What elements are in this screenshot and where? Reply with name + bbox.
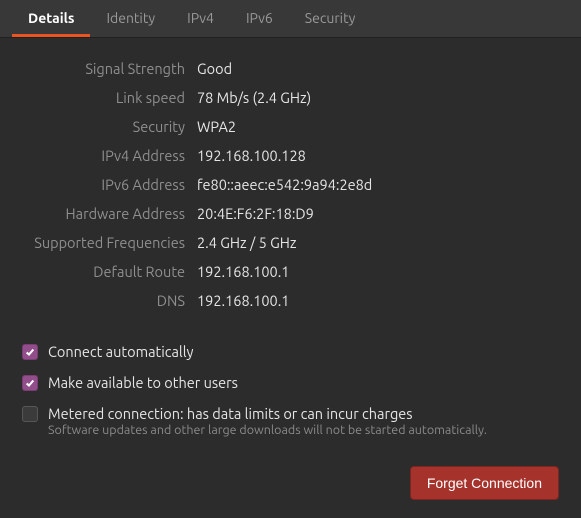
- checkbox-connect-automatically[interactable]: [22, 344, 38, 360]
- row-hardware-address: Hardware Address 20:4E:F6:2F:18:D9: [22, 205, 559, 222]
- tab-identity[interactable]: Identity: [90, 0, 171, 37]
- option-available-to-others[interactable]: Make available to other users: [22, 374, 559, 391]
- label-connect-automatically: Connect automatically: [48, 343, 193, 360]
- option-metered-connection[interactable]: Metered connection: has data limits or c…: [22, 405, 559, 437]
- label-default-route: Default Route: [22, 263, 197, 280]
- details-list: Signal Strength Good Link speed 78 Mb/s …: [22, 60, 559, 321]
- tab-ipv6[interactable]: IPv6: [230, 0, 289, 37]
- row-ipv4-address: IPv4 Address 192.168.100.128: [22, 147, 559, 164]
- options-list: Connect automatically Make available to …: [22, 343, 559, 451]
- value-ipv4-address: 192.168.100.128: [197, 147, 306, 164]
- label-supported-frequencies: Supported Frequencies: [22, 234, 197, 251]
- tab-ipv4[interactable]: IPv4: [171, 0, 230, 37]
- row-security: Security WPA2: [22, 118, 559, 135]
- footer: Forget Connection: [22, 466, 559, 500]
- checkbox-available-to-others[interactable]: [22, 375, 38, 391]
- label-ipv6-address: IPv6 Address: [22, 176, 197, 193]
- label-security: Security: [22, 118, 197, 135]
- label-hardware-address: Hardware Address: [22, 205, 197, 222]
- value-signal-strength: Good: [197, 60, 232, 77]
- value-hardware-address: 20:4E:F6:2F:18:D9: [197, 205, 314, 222]
- value-ipv6-address: fe80::aeec:e542:9a94:2e8d: [197, 176, 372, 193]
- option-connect-automatically[interactable]: Connect automatically: [22, 343, 559, 360]
- forget-connection-button[interactable]: Forget Connection: [410, 466, 559, 500]
- label-signal-strength: Signal Strength: [22, 60, 197, 77]
- tab-security[interactable]: Security: [289, 0, 372, 37]
- value-supported-frequencies: 2.4 GHz / 5 GHz: [197, 234, 297, 251]
- value-default-route: 192.168.100.1: [197, 263, 289, 280]
- row-signal-strength: Signal Strength Good: [22, 60, 559, 77]
- sublabel-metered-connection: Software updates and other large downloa…: [48, 423, 487, 437]
- row-dns: DNS 192.168.100.1: [22, 292, 559, 309]
- value-security: WPA2: [197, 118, 236, 135]
- checkbox-metered-connection[interactable]: [22, 406, 38, 422]
- tab-details[interactable]: Details: [12, 0, 90, 37]
- tab-bar: Details Identity IPv4 IPv6 Security: [0, 0, 581, 38]
- label-link-speed: Link speed: [22, 89, 197, 106]
- label-metered-connection: Metered connection: has data limits or c…: [48, 405, 487, 422]
- label-ipv4-address: IPv4 Address: [22, 147, 197, 164]
- row-ipv6-address: IPv6 Address fe80::aeec:e542:9a94:2e8d: [22, 176, 559, 193]
- label-available-to-others: Make available to other users: [48, 374, 238, 391]
- check-icon: [25, 347, 35, 357]
- check-icon: [25, 378, 35, 388]
- value-link-speed: 78 Mb/s (2.4 GHz): [197, 89, 311, 106]
- details-panel: Signal Strength Good Link speed 78 Mb/s …: [0, 38, 581, 518]
- value-dns: 192.168.100.1: [197, 292, 289, 309]
- label-dns: DNS: [22, 292, 197, 309]
- row-supported-frequencies: Supported Frequencies 2.4 GHz / 5 GHz: [22, 234, 559, 251]
- row-default-route: Default Route 192.168.100.1: [22, 263, 559, 280]
- row-link-speed: Link speed 78 Mb/s (2.4 GHz): [22, 89, 559, 106]
